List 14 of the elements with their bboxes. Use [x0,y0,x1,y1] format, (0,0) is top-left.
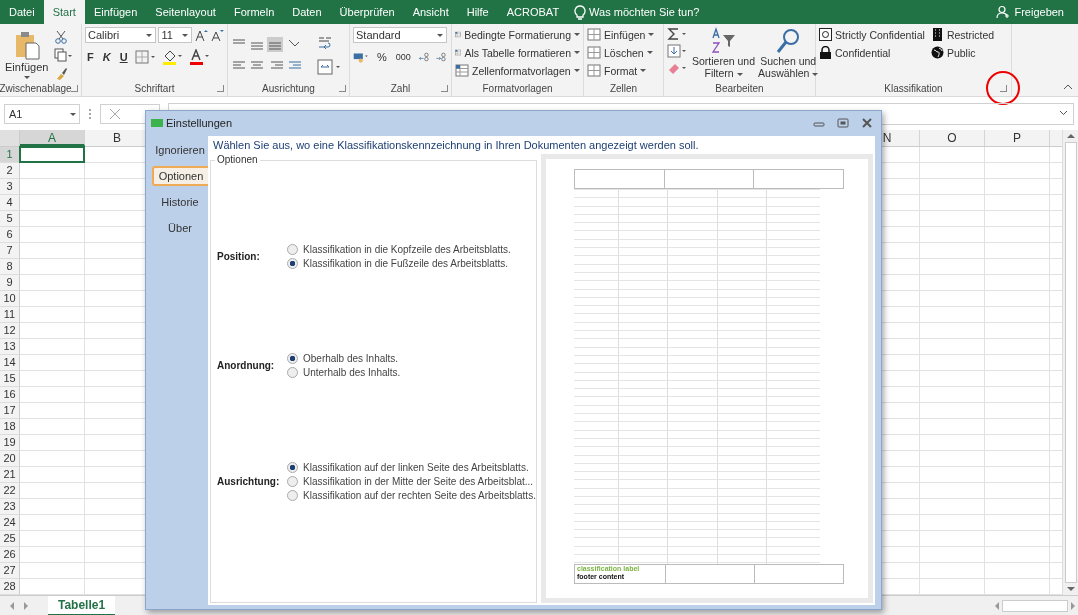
option-group-label: Ausrichtung: [216,476,281,487]
instruction-text: Wählen Sie aus, wo eine Klassifikationskennzeichnung in Ihren Dokumenten angezeigt werden soll. [212,138,700,153]
option-group-label: Position: [216,251,261,262]
dialog-title: Einstellungen [166,117,233,129]
group-label: Klassifikation [884,82,943,96]
group-label: Schriftart [134,82,175,96]
group-label: Zellen [609,82,638,96]
group-label: Formatvorlagen [482,82,553,96]
group-label: Zahl [390,82,411,96]
group-label: Bearbeiten [715,82,764,96]
group-label: Zwischenablage [0,82,72,96]
option-group-label: Anordnung: [216,360,276,371]
groupbox-title: Optionen [215,154,260,165]
group-label: Ausrichtung [262,82,315,96]
